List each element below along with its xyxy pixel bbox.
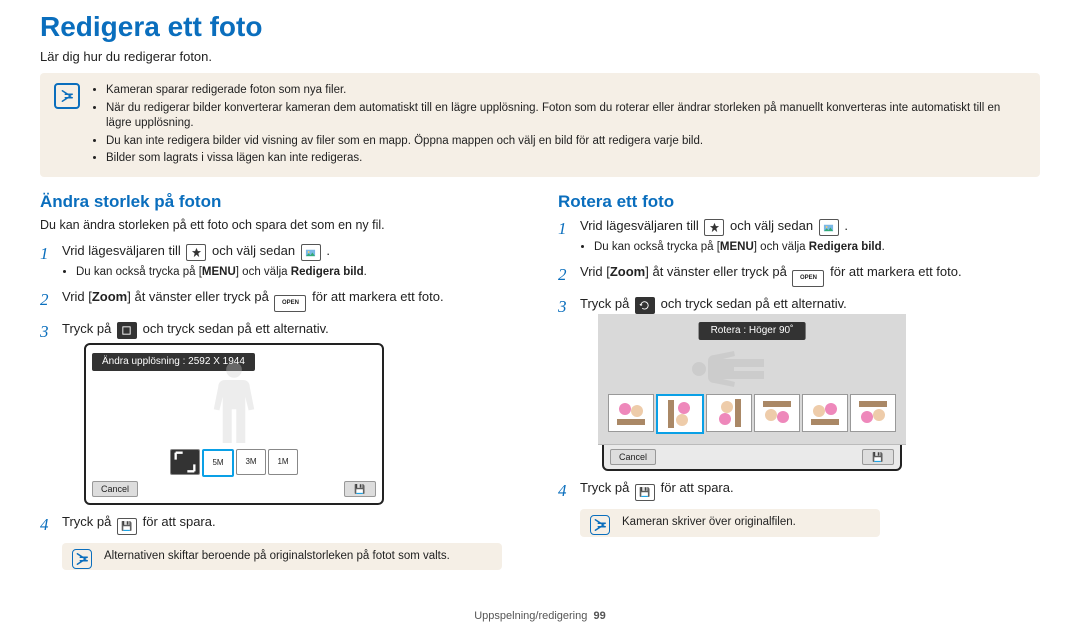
step-2: Vrid [Zoom] åt vänster eller tryck på OP…	[40, 288, 522, 312]
step-3: Tryck på och tryck sedan på ett alternat…	[40, 320, 522, 506]
info-note-item: Bilder som lagrats i vissa lägen kan int…	[106, 151, 1028, 167]
section-heading-resize: Ändra storlek på foton	[40, 191, 522, 214]
step-1-sub: Du kan också trycka på [MENU] och välja …	[594, 239, 1040, 255]
two-column-layout: Ändra storlek på foton Du kan ändra stor…	[40, 191, 1040, 571]
rotate-option-flip-v[interactable]	[850, 394, 896, 432]
rotate-footer: Cancel 💾	[604, 449, 900, 466]
page: Redigera ett foto Lär dig hur du rediger…	[0, 0, 1080, 630]
rotate-option-left90[interactable]	[706, 394, 752, 432]
person-lying-silhouette	[682, 344, 822, 399]
steps-resize: Vrid lägesväljaren till och välj sedan .…	[40, 242, 522, 535]
resize-option-1m[interactable]: 1M	[268, 449, 298, 475]
cancel-button[interactable]: Cancel	[610, 449, 656, 466]
cancel-button[interactable]: Cancel	[92, 481, 138, 498]
resize-footer: Cancel 💾	[92, 481, 376, 498]
resize-option-5m[interactable]: 5M	[202, 449, 234, 477]
save-disk-button[interactable]: 💾	[344, 481, 376, 498]
rotate-icon	[635, 297, 655, 314]
edit-image-icon	[301, 244, 321, 261]
resize-tip-text: Alternativen skiftar beroende på origina…	[104, 550, 450, 562]
rotate-option-right90[interactable]	[656, 394, 704, 434]
rotate-option-original[interactable]	[608, 394, 654, 432]
save-icon: 💾	[117, 518, 137, 535]
save-icon: 💾	[635, 484, 655, 501]
step-1: Vrid lägesväljaren till och välj sedan .…	[40, 242, 522, 280]
rotate-tip-text: Kameran skriver över originalfilen.	[622, 516, 796, 528]
resize-icon	[117, 322, 137, 339]
resize-thumb-row: 5M 3M 1M	[92, 449, 376, 477]
section-sub-resize: Du kan ändra storleken på ett foto och s…	[40, 217, 522, 234]
page-title: Redigera ett foto	[40, 8, 1040, 46]
step-3: Tryck på och tryck sedan på ett alternat…	[558, 295, 1040, 472]
rotate-caption: Rotera : Höger 90˚	[699, 322, 806, 340]
save-disk-button[interactable]: 💾	[862, 449, 894, 466]
column-rotate: Rotera ett foto Vrid lägesväljaren till …	[558, 191, 1040, 571]
step-4: Tryck på 💾 för att spara.	[40, 513, 522, 535]
info-note-box: Kameran sparar redigerade foton som nya …	[40, 73, 1040, 177]
info-icon	[590, 515, 610, 535]
edit-image-icon	[819, 219, 839, 236]
info-note-item: När du redigerar bilder konverterar kame…	[106, 101, 1028, 132]
resize-tip-box: Alternativen skiftar beroende på origina…	[62, 543, 502, 571]
step-1-sub: Du kan också trycka på [MENU] och välja …	[76, 264, 522, 280]
info-icon	[54, 83, 80, 109]
resize-option-3m[interactable]: 3M	[236, 449, 266, 475]
info-icon	[72, 549, 92, 569]
rotate-option-flip-h[interactable]	[802, 394, 848, 432]
column-resize: Ändra storlek på foton Du kan ändra stor…	[40, 191, 522, 571]
mode-dial-icon	[186, 244, 206, 261]
rotate-thumb-strip	[598, 394, 906, 434]
step-2: Vrid [Zoom] åt vänster eller tryck på OP…	[558, 263, 1040, 287]
step-4: Tryck på 💾 för att spara.	[558, 479, 1040, 501]
person-silhouette	[194, 353, 274, 448]
intro-text: Lär dig hur du redigerar foton.	[40, 48, 1040, 66]
resize-preview: 5M 3M 1M	[92, 385, 376, 477]
info-note-item: Kameran sparar redigerade foton som nya …	[106, 83, 1028, 99]
mode-dial-icon	[704, 219, 724, 236]
page-footer: Uppspelning/redigering 99	[0, 609, 1080, 624]
rotate-option-180[interactable]	[754, 394, 800, 432]
steps-rotate: Vrid lägesväljaren till och välj sedan .…	[558, 217, 1040, 501]
resize-option-expand[interactable]	[170, 449, 200, 475]
resize-screenshot: Ändra upplösning : 2592 X 1944 5M 3M 1M	[84, 343, 384, 506]
step-1: Vrid lägesväljaren till och välj sedan .…	[558, 217, 1040, 255]
section-heading-rotate: Rotera ett foto	[558, 191, 1040, 214]
info-note-list: Kameran sparar redigerade foton som nya …	[92, 83, 1028, 167]
open-button-icon: OPEN	[792, 270, 824, 287]
info-note-item: Du kan inte redigera bilder vid visning …	[106, 134, 1028, 150]
open-button-icon: OPEN	[274, 295, 306, 312]
rotate-preview: Rotera : Höger 90˚	[598, 314, 906, 445]
rotate-tip-box: Kameran skriver över originalfilen.	[580, 509, 880, 537]
rotate-screenshot: Rotera : Höger 90˚	[602, 318, 902, 472]
